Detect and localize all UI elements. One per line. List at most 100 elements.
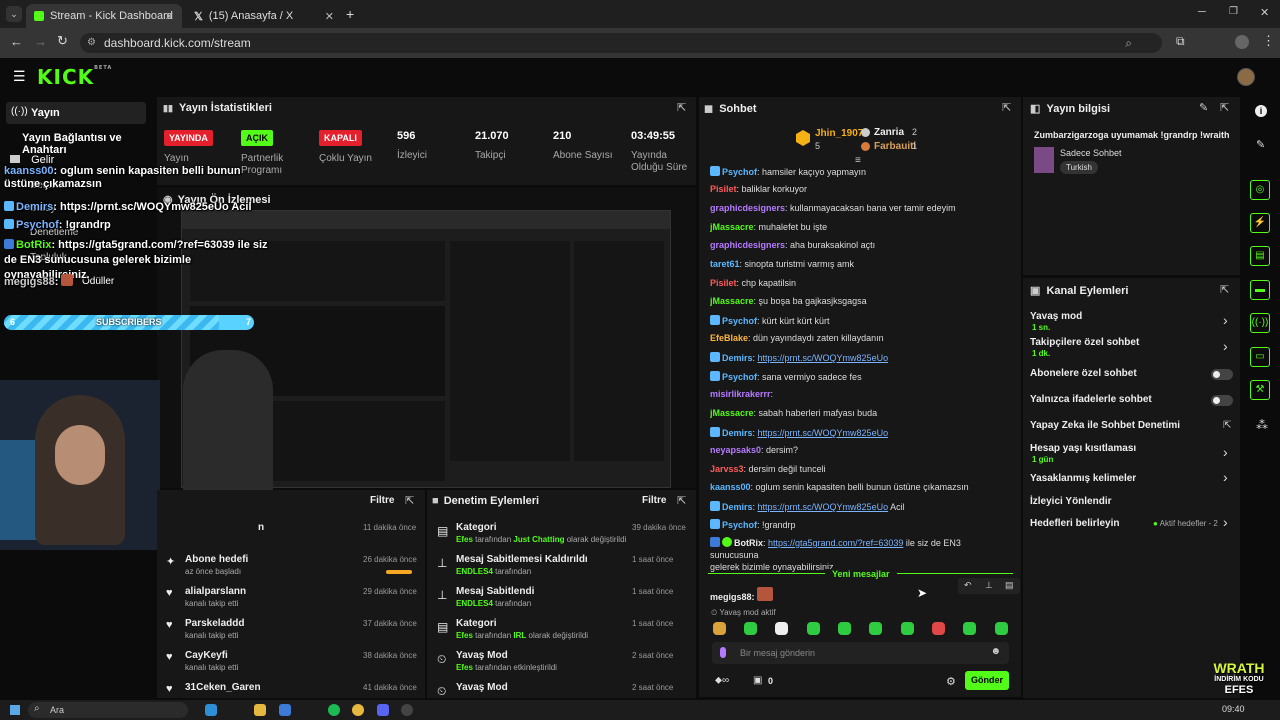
toggle-switch[interactable] xyxy=(1211,369,1233,380)
chat-username[interactable]: jMassacre xyxy=(710,408,754,418)
chat-username[interactable]: Psychof xyxy=(722,316,757,326)
emote-icon[interactable] xyxy=(995,622,1008,635)
browser-tab-x[interactable]: 𝕏 (15) Anasayfa / X ✕ xyxy=(186,4,342,28)
chat-username[interactable]: Jarvss3 xyxy=(710,464,744,474)
sidebar-item-stream[interactable]: ((·)) Yayın xyxy=(6,102,146,124)
emote-icon[interactable] xyxy=(838,622,851,635)
edge-icon[interactable] xyxy=(205,704,217,716)
chat-settings-icon[interactable]: ⚙ xyxy=(946,675,956,688)
external-link-icon[interactable]: ⇱ xyxy=(1223,420,1231,431)
chat-username[interactable]: Pisilet xyxy=(710,278,737,288)
discord-icon[interactable] xyxy=(377,704,389,716)
chat-input[interactable]: Bir mesaj gönderin ☻ xyxy=(712,642,1009,664)
leaderboard-collapse-icon[interactable]: ≡ xyxy=(855,155,861,166)
emote-icon[interactable] xyxy=(869,622,882,635)
chat-username[interactable]: Psychof xyxy=(722,167,757,177)
delete-icon[interactable]: ▤ xyxy=(1005,580,1014,591)
expand-actions-icon[interactable]: ⇱ xyxy=(1220,283,1229,296)
chat-username[interactable]: jMassacre xyxy=(710,222,754,232)
expand-stats-icon[interactable]: ⇱ xyxy=(677,101,686,114)
channel-action-label[interactable]: Takipçilere özel sohbet xyxy=(1030,337,1139,348)
chat-username[interactable]: Demirs xyxy=(722,353,753,363)
channel-action-label[interactable]: İzleyici Yönlendir xyxy=(1030,496,1112,507)
windows-start-icon[interactable] xyxy=(10,705,20,715)
back-icon[interactable]: ← xyxy=(10,34,23,49)
window-close-button[interactable]: ✕ xyxy=(1260,6,1269,19)
chat-username[interactable]: graphicdesigners xyxy=(710,203,785,213)
chat-username[interactable]: neyapsaks0 xyxy=(710,445,761,455)
emote-icon[interactable] xyxy=(963,622,976,635)
chat-username[interactable]: Pisilet xyxy=(710,184,737,194)
note-icon[interactable]: ▤ xyxy=(1250,246,1270,266)
channel-action-label[interactable]: Hesap yaşı kısıtlaması xyxy=(1030,443,1136,454)
mod-filter-button[interactable]: Filtre xyxy=(642,495,666,506)
events-filter-button[interactable]: Filtre xyxy=(370,495,394,506)
chat-username[interactable]: kaanss00 xyxy=(710,482,751,492)
channel-action-label[interactable]: Abonelere özel sohbet xyxy=(1030,368,1137,379)
emote-icon[interactable] xyxy=(901,622,914,635)
chevron-right-icon[interactable]: › xyxy=(1223,338,1228,354)
chevron-right-icon[interactable]: › xyxy=(1223,312,1228,328)
tool-icon[interactable]: ⚒ xyxy=(1250,380,1270,400)
profile-avatar[interactable] xyxy=(1235,35,1249,49)
taskbar-search[interactable]: ⌕ Ara xyxy=(28,702,188,718)
emote-icon[interactable] xyxy=(932,622,945,635)
flash-icon[interactable]: ⚡ xyxy=(1250,213,1270,233)
channel-action-label[interactable]: Yasaklanmış kelimeler xyxy=(1030,473,1136,484)
minimize-button[interactable]: ─ xyxy=(1198,6,1206,18)
popout-chat-icon[interactable]: ⇱ xyxy=(1002,101,1011,114)
user-avatar[interactable] xyxy=(1237,68,1255,86)
mail-icon[interactable] xyxy=(279,704,291,716)
channel-action-label[interactable]: Hedefleri belirleyin xyxy=(1030,518,1119,529)
url-bar[interactable]: ⚙ dashboard.kick.com/stream ⌕ xyxy=(80,33,1162,53)
points-icon[interactable]: ⬥∞ xyxy=(715,675,729,686)
tab-search-button[interactable]: ⌄ xyxy=(6,6,22,22)
close-tab-icon[interactable]: ✕ xyxy=(325,10,334,23)
emote-icon[interactable] xyxy=(713,622,726,635)
chat-rail-icon[interactable]: ▬ xyxy=(1250,280,1270,300)
chat-username[interactable]: taret61 xyxy=(710,259,740,269)
folder-icon[interactable] xyxy=(254,704,266,716)
chat-username[interactable]: Psychof xyxy=(722,520,757,530)
obs-icon[interactable] xyxy=(401,704,413,716)
extensions-icon[interactable]: ⧉ xyxy=(1176,34,1185,49)
mic-icon[interactable] xyxy=(720,647,726,658)
chat-link[interactable]: https://prnt.sc/WOQYmw825eUo xyxy=(758,353,889,363)
chat-username[interactable]: graphicdesigners xyxy=(710,240,785,250)
channel-action-label[interactable]: Yapay Zeka ile Sohbet Denetimi xyxy=(1030,420,1180,431)
clip-icon[interactable]: ◎ xyxy=(1250,180,1270,200)
restore-button[interactable]: ❐ xyxy=(1229,6,1238,17)
spotify-icon[interactable] xyxy=(328,704,340,716)
chat-username[interactable]: Psychof xyxy=(722,372,757,382)
gift-icon[interactable]: ▣ xyxy=(753,675,762,686)
kick-logo[interactable]: KICKBETA xyxy=(37,65,112,89)
info-rail-icon[interactable]: i xyxy=(1255,105,1267,117)
hamburger-menu-icon[interactable]: ☰ xyxy=(13,68,26,85)
channel-action-label[interactable]: Yalnızca ifadelerle sohbet xyxy=(1030,394,1152,405)
chevron-right-icon[interactable]: › xyxy=(1223,514,1228,530)
broadcast-icon[interactable]: ((·)) xyxy=(1250,313,1270,333)
taskbar-clock[interactable]: 09:40 xyxy=(1222,704,1245,714)
chat-username[interactable]: Demirs xyxy=(722,502,753,512)
chat-link[interactable]: https://gta5grand.com/?ref=63039 xyxy=(768,538,903,548)
menu-dots-icon[interactable]: ⋮ xyxy=(1262,33,1275,49)
chat-username[interactable]: jMassacre xyxy=(710,296,754,306)
toggle-switch[interactable] xyxy=(1211,395,1233,406)
pin-icon[interactable]: ⊥ xyxy=(985,580,993,591)
chrome-icon[interactable] xyxy=(352,704,364,716)
expand-mod-icon[interactable]: ⇱ xyxy=(677,494,686,507)
chevron-right-icon[interactable]: › xyxy=(1223,469,1228,485)
channel-action-label[interactable]: Yavaş mod xyxy=(1030,311,1082,322)
emoji-picker-icon[interactable]: ☻ xyxy=(990,646,1001,657)
expand-info-icon[interactable]: ⇱ xyxy=(1220,101,1229,114)
expand-events-icon[interactable]: ⇱ xyxy=(405,494,414,507)
browser-tab-kick[interactable]: Stream - Kick Dashboard ✕ xyxy=(26,4,182,28)
chat-username[interactable]: Demirs xyxy=(722,428,753,438)
chevron-right-icon[interactable]: › xyxy=(1223,444,1228,460)
new-tab-button[interactable]: + xyxy=(346,6,354,22)
edit-info-icon[interactable]: ✎ xyxy=(1199,101,1208,114)
layout-icon[interactable]: ▭ xyxy=(1250,347,1270,367)
forward-icon[interactable]: → xyxy=(34,34,47,49)
chat-link[interactable]: https://prnt.sc/WOQYmw825eUo xyxy=(758,502,889,512)
chat-username[interactable]: EfeBlake xyxy=(710,333,748,343)
